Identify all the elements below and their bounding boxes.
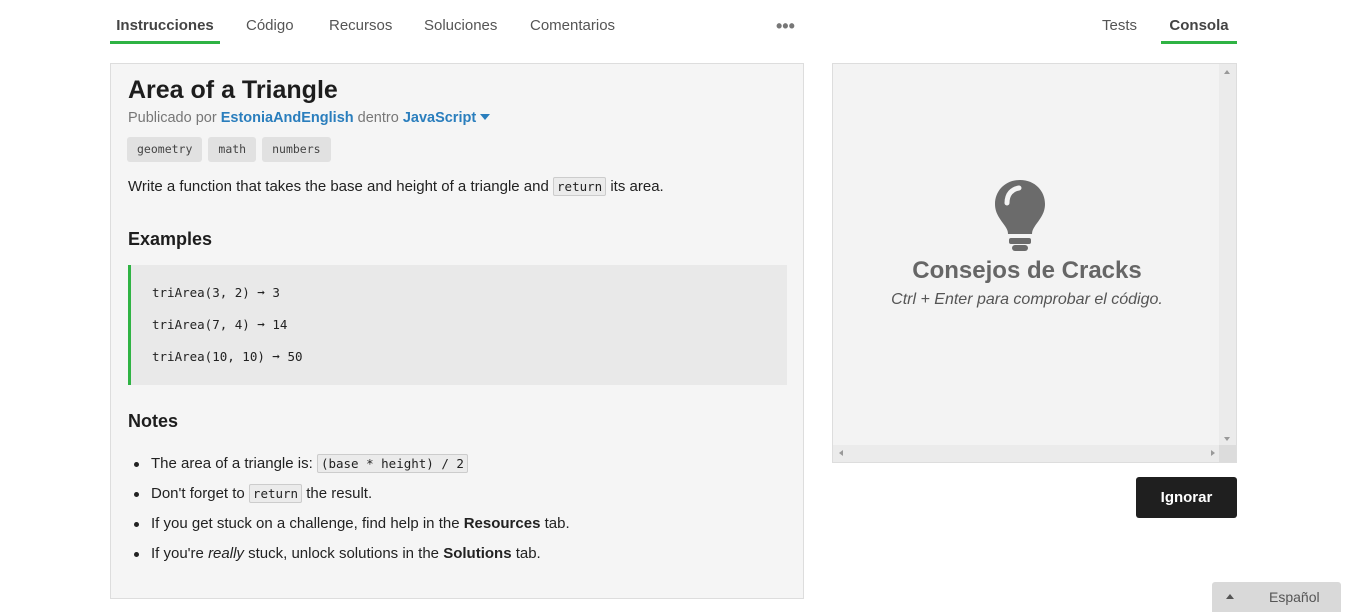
- note-bold: Solutions: [443, 545, 512, 562]
- challenge-description: Write a function that takes the base and…: [128, 177, 664, 196]
- scroll-right-icon[interactable]: [1211, 450, 1215, 456]
- tag-list: geometry math numbers: [127, 137, 331, 162]
- language-selector-label: Español: [1269, 589, 1320, 605]
- console-tip-hint: Ctrl + Enter para comprobar el código.: [891, 291, 1163, 308]
- note-text: tab.: [515, 545, 541, 562]
- challenge-byline: Publicado por EstoniaAndEnglish dentro J…: [128, 110, 491, 126]
- caret-down-icon: [480, 114, 491, 120]
- note-bold: Resources: [463, 515, 541, 532]
- within-label: dentro: [357, 110, 399, 126]
- tab-instrucciones[interactable]: Instrucciones: [110, 0, 220, 44]
- tab-label: Recursos: [329, 17, 393, 34]
- notes-list: The area of a triangle is: (base * heigh…: [134, 452, 570, 572]
- note-text: stuck, unlock solutions in the: [248, 545, 440, 562]
- tab-tests[interactable]: Tests: [1102, 0, 1137, 44]
- language-label: JavaScript: [402, 110, 477, 126]
- scroll-left-icon[interactable]: [839, 450, 843, 456]
- horizontal-scrollbar[interactable]: [833, 445, 1221, 462]
- tag-math[interactable]: math: [208, 137, 257, 162]
- console-panel[interactable]: Consejos de Cracks Ctrl + Enter para com…: [832, 63, 1237, 463]
- note-italic: really: [208, 545, 244, 562]
- tab-label: Instrucciones: [116, 17, 214, 34]
- active-tab-indicator: [1161, 41, 1237, 44]
- note-text: Don't forget to: [151, 485, 245, 502]
- tab-codigo[interactable]: Código: [246, 0, 294, 44]
- tab-label: Consola: [1169, 17, 1229, 34]
- scroll-up-icon[interactable]: [1224, 70, 1230, 74]
- list-item: The area of a triangle is: (base * heigh…: [134, 452, 570, 482]
- scrollbar-corner: [1219, 445, 1236, 462]
- active-tab-indicator: [110, 41, 220, 44]
- inline-code: return: [553, 177, 607, 196]
- examples-code-block: triArea(3, 2) ➞ 3 triArea(7, 4) ➞ 14 tri…: [128, 265, 787, 385]
- notes-heading: Notes: [128, 411, 179, 431]
- instructions-tab-bar: Instrucciones Código Recursos Soluciones…: [110, 0, 804, 44]
- note-text: If you get stuck on a challenge, find he…: [151, 515, 460, 532]
- list-item: Don't forget to return the result.: [134, 482, 570, 512]
- console-tab-bar: Tests Consola: [832, 0, 1237, 44]
- tab-label: Código: [246, 17, 294, 34]
- list-item: If you get stuck on a challenge, find he…: [134, 512, 570, 542]
- console-tip-title: Consejos de Cracks: [912, 257, 1142, 284]
- description-text: Write a function that takes the base and…: [128, 178, 549, 195]
- example-line: triArea(3, 2) ➞ 3: [152, 285, 280, 300]
- tab-comentarios[interactable]: Comentarios: [530, 0, 615, 44]
- tab-soluciones[interactable]: Soluciones: [424, 0, 497, 44]
- inline-code: (base * height) / 2: [316, 454, 468, 473]
- published-prefix: Publicado por: [128, 110, 217, 126]
- tab-consola[interactable]: Consola: [1161, 0, 1237, 44]
- note-text: the result.: [306, 485, 373, 502]
- note-text: The area of a triangle is:: [151, 455, 313, 472]
- note-text: If you're: [151, 545, 204, 562]
- scroll-down-icon[interactable]: [1224, 437, 1230, 441]
- ignore-button[interactable]: Ignorar: [1136, 477, 1237, 518]
- examples-heading: Examples: [128, 229, 213, 249]
- author-link[interactable]: EstoniaAndEnglish: [221, 110, 354, 126]
- example-line: triArea(10, 10) ➞ 50: [152, 349, 303, 364]
- description-text: its area.: [610, 178, 664, 195]
- inline-code: return: [248, 484, 303, 503]
- instructions-panel: Area of a Triangle Publicado por Estonia…: [110, 63, 804, 599]
- language-selector[interactable]: Español: [1212, 582, 1341, 612]
- list-item: If you're really stuck, unlock solutions…: [134, 542, 570, 572]
- tab-recursos[interactable]: Recursos: [329, 0, 392, 44]
- lightbulb-icon: [995, 180, 1045, 251]
- challenge-title: Area of a Triangle: [128, 76, 338, 104]
- tab-label: Tests: [1102, 17, 1138, 34]
- tag-numbers[interactable]: numbers: [262, 137, 331, 162]
- tab-label: Soluciones: [424, 17, 498, 34]
- note-text: tab.: [544, 515, 570, 532]
- more-options-icon[interactable]: •••: [776, 16, 795, 37]
- language-dropdown[interactable]: JavaScript: [402, 110, 491, 126]
- example-line: triArea(7, 4) ➞ 14: [152, 317, 288, 332]
- tab-label: Comentarios: [530, 17, 616, 34]
- tag-geometry[interactable]: geometry: [127, 137, 203, 162]
- chevron-up-icon: [1226, 594, 1234, 599]
- vertical-scrollbar[interactable]: [1219, 64, 1236, 447]
